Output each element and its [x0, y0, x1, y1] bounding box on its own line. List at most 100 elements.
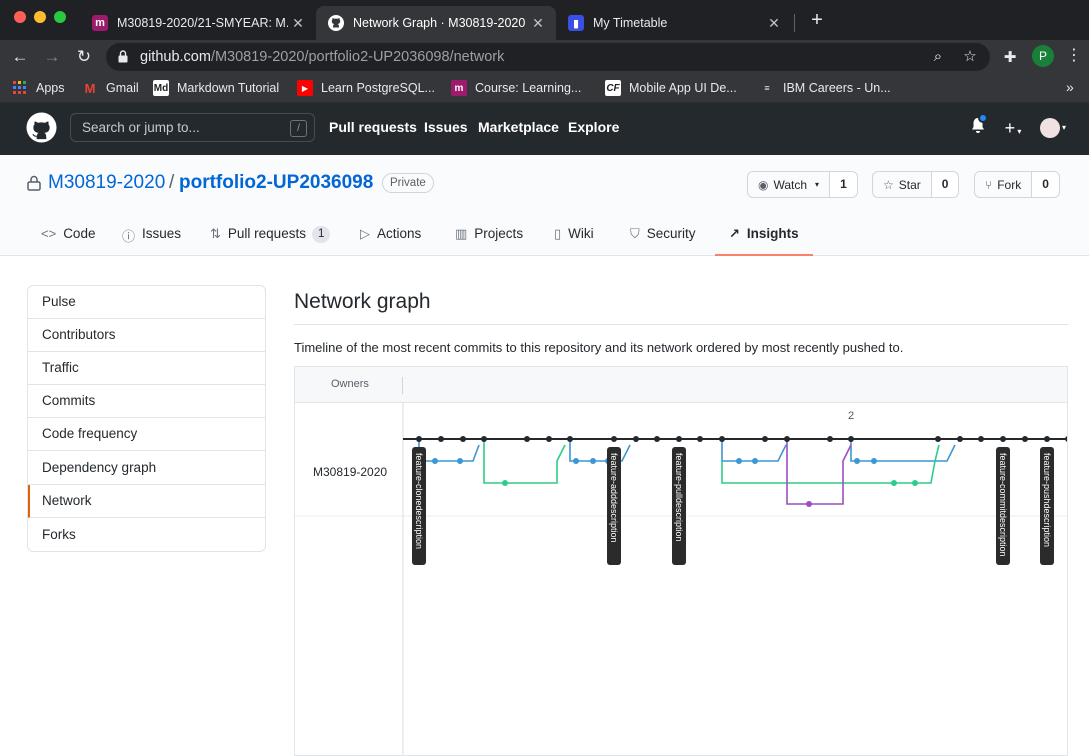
- commit-dot-main: [416, 436, 422, 442]
- tab-title: M30819-2020/21-SMYEAR: M...: [117, 16, 288, 30]
- tab-code[interactable]: <> Code: [41, 215, 95, 256]
- avatar[interactable]: [1040, 118, 1060, 138]
- nav-pull-requests[interactable]: Pull requests: [329, 119, 417, 135]
- sidebar-item-pulse[interactable]: Pulse: [28, 286, 265, 319]
- star-button[interactable]: ☆ Star: [872, 171, 932, 198]
- repo-owner-link[interactable]: M30819-2020: [48, 172, 165, 194]
- close-window-button[interactable]: [14, 11, 26, 23]
- tab-wiki[interactable]: ▯ Wiki: [554, 215, 594, 256]
- maximize-window-button[interactable]: [54, 11, 66, 23]
- bookmark-star-icon[interactable]: ☆: [960, 47, 980, 67]
- bookmark-label: Learn PostgreSQL...: [321, 81, 435, 95]
- sidebar-item-dependency-graph[interactable]: Dependency graph: [28, 452, 265, 485]
- tab-label: Insights: [746, 226, 799, 241]
- bookmark-label: Course: Learning...: [475, 81, 582, 95]
- chevron-down-icon[interactable]: ▾: [1060, 117, 1068, 139]
- tab-issues[interactable]: ⓘ Issues: [122, 215, 181, 256]
- commit-dot-main: [481, 436, 487, 442]
- address-bar[interactable]: github.com/M30819-2020/portfolio2-UP2036…: [106, 43, 990, 71]
- bookmark-mobile-ui[interactable]: CF Mobile App UI De...: [605, 79, 737, 97]
- watch-button[interactable]: ◉ Watch ▾: [747, 171, 831, 198]
- close-icon[interactable]: ✕: [528, 15, 548, 32]
- watch-count[interactable]: 1: [830, 171, 858, 198]
- tab-insights[interactable]: ↗ Insights: [715, 215, 813, 256]
- bookmark-course[interactable]: m Course: Learning...: [451, 79, 581, 97]
- profile-avatar[interactable]: P: [1032, 45, 1054, 67]
- fork-count[interactable]: 0: [1032, 171, 1060, 198]
- tab-title: My Timetable: [593, 16, 668, 30]
- close-icon[interactable]: ✕: [764, 15, 784, 32]
- moodle-icon: m: [92, 15, 108, 31]
- commit-dot-main: [633, 436, 639, 442]
- project-icon: ▥: [455, 226, 468, 241]
- bookmark-gmail[interactable]: M Gmail: [82, 79, 139, 97]
- back-arrow-icon[interactable]: ←: [9, 46, 31, 68]
- moodle-icon: m: [451, 80, 467, 96]
- fork-button[interactable]: ⑂ Fork: [974, 171, 1033, 198]
- browser-tab-strip: m M30819-2020/21-SMYEAR: M... ✕ Network …: [0, 0, 1089, 40]
- nav-issues[interactable]: Issues: [424, 119, 468, 135]
- sidebar-item-commits[interactable]: Commits: [28, 385, 265, 418]
- create-new-plus-icon[interactable]: + ▾: [1000, 117, 1026, 139]
- visibility-badge: Private: [382, 173, 434, 193]
- github-logo-icon[interactable]: [26, 112, 57, 143]
- repo-header: M30819-2020 / portfolio2-UP2036098 Priva…: [0, 155, 1089, 256]
- commit-dot-main: [676, 436, 682, 442]
- network-graph-canvas[interactable]: 2 feature-clonedescription feature-adddesc…: [295, 403, 1068, 756]
- tab-pull-requests[interactable]: ⇅ Pull requests 1: [210, 215, 331, 256]
- bookmark-markdown[interactable]: Md Markdown Tutorial: [153, 79, 279, 97]
- reload-icon[interactable]: ↻: [73, 46, 95, 68]
- network-graph[interactable]: Owners M30819-2020 2 feature-clonedescrip…: [294, 366, 1068, 756]
- sidebar-item-forks[interactable]: Forks: [28, 519, 265, 551]
- nav-marketplace[interactable]: Marketplace: [478, 119, 559, 135]
- chevron-down-icon: ▾: [815, 180, 820, 189]
- new-tab-button[interactable]: +: [806, 9, 828, 31]
- timetable-icon: ▮: [568, 15, 584, 31]
- sidebar-item-code-frequency[interactable]: Code frequency: [28, 418, 265, 451]
- browser-toolbar: ← → ↻ github.com/M30819-2020/portfolio2-…: [0, 40, 1089, 73]
- browser-tab[interactable]: m M30819-2020/21-SMYEAR: M... ✕: [80, 6, 316, 40]
- bookmark-label: Markdown Tutorial: [177, 81, 280, 95]
- minimize-window-button[interactable]: [34, 11, 46, 23]
- forward-arrow-icon[interactable]: →: [41, 46, 63, 68]
- url-path: /M30819-2020/portfolio2-UP2036098/networ…: [210, 49, 505, 65]
- code-icon: <>: [41, 226, 57, 241]
- play-icon: ▷: [360, 226, 370, 241]
- close-icon[interactable]: ✕: [288, 15, 308, 32]
- book-icon: ▯: [554, 226, 562, 241]
- commit-dot-blue: [752, 458, 758, 464]
- title-divider: [294, 324, 1068, 325]
- commit-dot-blue: [457, 458, 463, 464]
- tab-security[interactable]: ⛉ Security: [630, 215, 696, 256]
- sidebar-item-network[interactable]: Network: [28, 485, 265, 518]
- fork-icon: ⑂: [985, 177, 993, 192]
- bookmarks-bar: Apps M Gmail Md Markdown Tutorial ▶ Lear…: [0, 73, 1089, 103]
- bookmark-postgresql[interactable]: ▶ Learn PostgreSQL...: [297, 79, 435, 97]
- browser-tab[interactable]: ▮ My Timetable ✕: [556, 6, 792, 40]
- commit-dot-blue: [736, 458, 742, 464]
- menu-kebab-icon[interactable]: ⋮: [1066, 45, 1082, 67]
- tab-label: Pull requests: [227, 226, 306, 241]
- bookmark-ibm[interactable]: ≡ IBM Careers - Un...: [759, 79, 890, 97]
- commit-dot-blue: [854, 458, 860, 464]
- lock-icon: [27, 175, 41, 191]
- repo-name-link[interactable]: portfolio2-UP2036098: [179, 172, 373, 194]
- tab-title: Network Graph · M30819-2020: [353, 16, 526, 30]
- sidebar-item-traffic[interactable]: Traffic: [28, 352, 265, 385]
- star-count[interactable]: 0: [931, 171, 960, 198]
- search-input[interactable]: Search or jump to... /: [70, 113, 315, 142]
- extensions-icon[interactable]: ✚: [1000, 48, 1020, 68]
- browser-tab-active[interactable]: Network Graph · M30819-2020 ✕: [316, 6, 556, 40]
- zoom-icon[interactable]: ⌕: [928, 47, 948, 67]
- bookmark-apps[interactable]: Apps: [12, 79, 65, 97]
- tab-actions[interactable]: ▷ Actions: [360, 215, 421, 256]
- nav-explore[interactable]: Explore: [568, 119, 619, 135]
- branch-tag-label: feature-commitdescription: [998, 453, 1008, 557]
- commit-dot-main: [935, 436, 941, 442]
- bookmarks-overflow-button[interactable]: »: [1066, 79, 1074, 95]
- tab-projects[interactable]: ▥ Projects: [455, 215, 523, 256]
- sidebar-item-contributors[interactable]: Contributors: [28, 319, 265, 352]
- github-icon: [328, 15, 344, 31]
- branch-tag-label: feature-adddescription: [609, 453, 619, 543]
- gmail-icon: M: [84, 80, 96, 96]
